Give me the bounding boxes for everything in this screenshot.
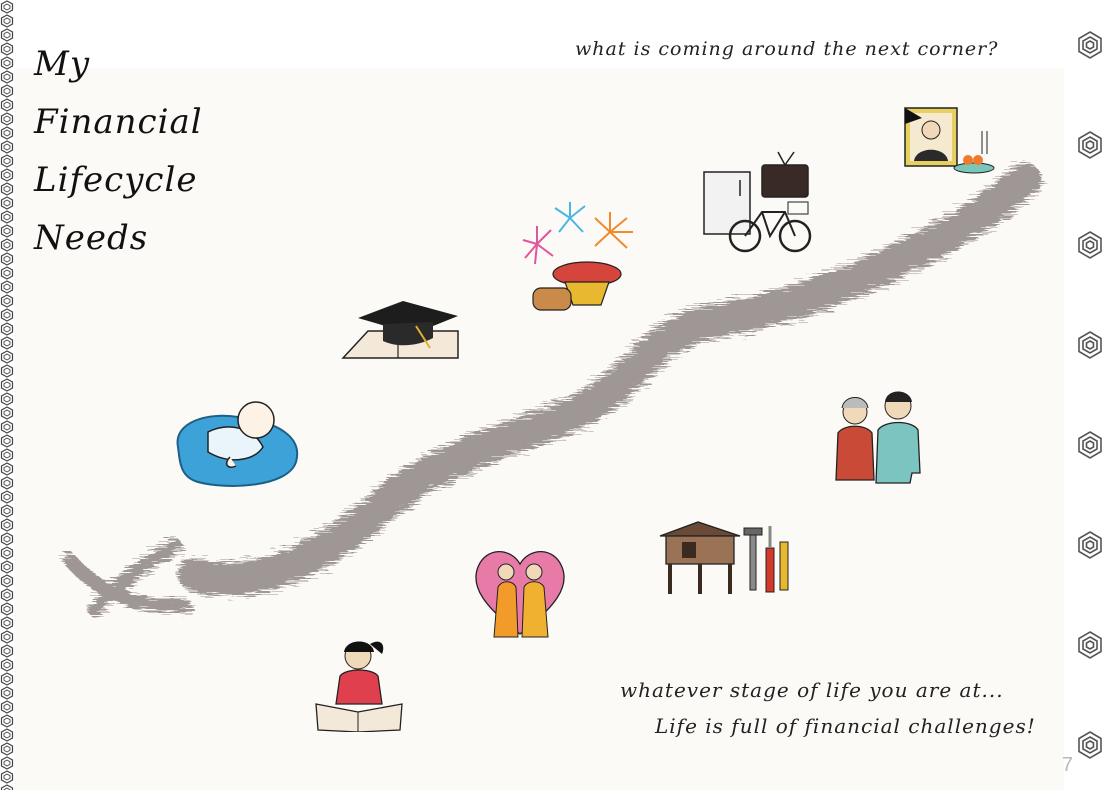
appliances-bicycle-icon (703, 151, 812, 253)
graduation-cap-icon (341, 301, 459, 359)
start-cross-icon (63, 538, 192, 617)
page: My Financial Lifecycle Needs what is com… (0, 0, 1113, 790)
festival-icon (522, 202, 633, 311)
left-border (0, 0, 14, 790)
house-tools-icon (659, 521, 789, 594)
funeral-portrait-icon (904, 107, 995, 174)
wedding-couple-icon (475, 551, 565, 638)
title-line-3: Lifecycle (34, 160, 198, 200)
top-question: what is coming around the next corner? (575, 38, 999, 60)
title-line-1: My (34, 44, 91, 84)
student-reading-icon (315, 641, 403, 732)
right-border (1064, 0, 1113, 790)
bottom-line-1: whatever stage of life you are at... (620, 678, 1004, 702)
title-line-2: Financial (34, 102, 203, 142)
page-number: 7 (1061, 754, 1073, 776)
baby-icon (176, 401, 299, 487)
bottom-line-2: Life is full of financial challenges! (655, 714, 1036, 738)
elderly-couple-icon (835, 391, 921, 484)
title-line-4: Needs (34, 218, 149, 258)
